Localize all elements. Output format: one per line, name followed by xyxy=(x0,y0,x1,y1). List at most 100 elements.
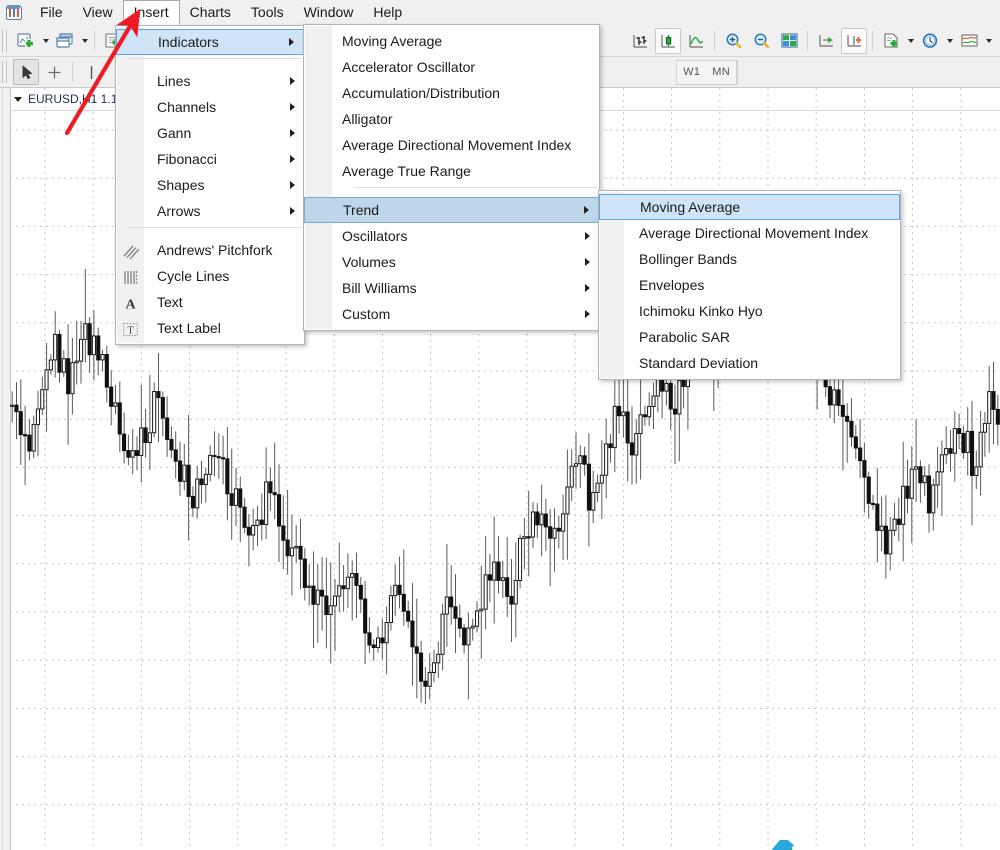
toolbar-separator xyxy=(72,62,73,82)
menu-item-text[interactable]: AText xyxy=(116,289,304,315)
timeframe-w1[interactable]: W1 xyxy=(677,61,706,84)
templates-dropdown-arrow[interactable] xyxy=(905,28,916,54)
menu-item-indicators[interactable]: Indicators xyxy=(116,29,304,55)
menu-item-bill-williams[interactable]: Bill Williams xyxy=(304,275,599,301)
periodicity-dropdown-arrow[interactable] xyxy=(944,28,955,54)
menu-item-label: Moving Average xyxy=(640,199,740,215)
auto-scroll-button[interactable] xyxy=(841,28,867,54)
menu-item-label: Average True Range xyxy=(342,163,471,179)
menu-item-label: Fibonacci xyxy=(157,151,217,167)
crosshair-button[interactable] xyxy=(41,59,67,85)
toolbar-separator xyxy=(807,31,808,51)
submenu-arrow-icon xyxy=(290,207,295,215)
menu-insert[interactable]: Insert xyxy=(123,0,180,25)
menu-item-average-directional-movement-index[interactable]: Average Directional Movement Index xyxy=(304,132,599,158)
toolbar-separator xyxy=(872,31,873,51)
toolbar-grip[interactable] xyxy=(2,61,9,83)
vertical-line-button[interactable] xyxy=(78,59,104,85)
menu-charts[interactable]: Charts xyxy=(180,0,241,25)
templates-button[interactable] xyxy=(878,28,904,54)
new-chart-dropdown-arrow[interactable] xyxy=(40,28,51,54)
periodicity-button[interactable] xyxy=(917,28,943,54)
menu-file[interactable]: File xyxy=(30,0,73,25)
chart-shift-button[interactable] xyxy=(813,28,839,54)
chart-symbol-dropdown-icon[interactable] xyxy=(14,97,22,102)
submenu-arrow-icon xyxy=(290,181,295,189)
bar-chart-button[interactable] xyxy=(627,28,653,54)
menu-item-gann[interactable]: Gann xyxy=(116,120,304,146)
menu-item-trend[interactable]: Trend xyxy=(304,197,599,223)
menu-item-volumes[interactable]: Volumes xyxy=(304,249,599,275)
new-window-dropdown-arrow[interactable] xyxy=(79,28,90,54)
menu-item-parabolic-sar[interactable]: Parabolic SAR xyxy=(599,324,900,350)
menu-item-standard-deviation[interactable]: Standard Deviation xyxy=(599,350,900,376)
menu-item-label: Shapes xyxy=(157,177,204,193)
menu-item-label: Average Directional Movement Index xyxy=(342,137,571,153)
menu-item-moving-average[interactable]: Moving Average xyxy=(599,194,900,220)
menu-item-average-directional-movement-index[interactable]: Average Directional Movement Index xyxy=(599,220,900,246)
menu-item-alligator[interactable]: Alligator xyxy=(304,106,599,132)
menu-separator xyxy=(116,227,304,234)
submenu-arrow-icon xyxy=(290,103,295,111)
menu-tools[interactable]: Tools xyxy=(241,0,294,25)
pitchfork-icon xyxy=(122,242,139,259)
submenu-arrow-icon xyxy=(290,129,295,137)
text-label-icon: T xyxy=(122,320,139,337)
submenu-arrow-icon xyxy=(290,77,295,85)
menu-item-average-true-range[interactable]: Average True Range xyxy=(304,158,599,184)
submenu-arrow-icon xyxy=(290,155,295,163)
menu-item-fibonacci[interactable]: Fibonacci xyxy=(116,146,304,172)
submenu-arrow-icon xyxy=(585,310,590,318)
menu-item-accumulation-distribution[interactable]: Accumulation/Distribution xyxy=(304,80,599,106)
menu-item-lines[interactable]: Lines xyxy=(116,68,304,94)
menu-item-label: Bollinger Bands xyxy=(639,251,737,267)
menu-item-oscillators[interactable]: Oscillators xyxy=(304,223,599,249)
menu-item-label: Text Label xyxy=(157,320,221,336)
toolbar-separator xyxy=(714,31,715,51)
metatrader-app-icon xyxy=(6,5,23,21)
menu-view[interactable]: View xyxy=(73,0,123,25)
menu-item-text-label[interactable]: T Text Label xyxy=(116,315,304,341)
submenu-arrow-icon xyxy=(585,284,590,292)
text-icon: A xyxy=(122,294,139,311)
indicators-dropdown-arrow[interactable] xyxy=(983,28,994,54)
timeframe-mn[interactable]: MN xyxy=(706,61,736,84)
candlestick-button[interactable] xyxy=(655,28,681,54)
menu-separator xyxy=(304,187,599,194)
zoom-in-button[interactable] xyxy=(720,28,746,54)
menu-item-accelerator-oscillator[interactable]: Accelerator Oscillator xyxy=(304,54,599,80)
menu-item-ichimoku-kinko-hyo[interactable]: Ichimoku Kinko Hyo xyxy=(599,298,900,324)
menu-item-label: Accelerator Oscillator xyxy=(342,59,475,75)
menu-help[interactable]: Help xyxy=(363,0,412,25)
insert-menu[interactable]: Indicators Lines Channels Gann Fibonacci Shap… xyxy=(115,25,305,345)
menu-item-label: Volumes xyxy=(342,254,396,270)
toolbar-grip[interactable] xyxy=(2,30,9,52)
zoom-out-button[interactable] xyxy=(748,28,774,54)
indicators-button[interactable] xyxy=(956,28,982,54)
new-window-button[interactable] xyxy=(52,28,78,54)
menu-item-shapes[interactable]: Shapes xyxy=(116,172,304,198)
menu-item-channels[interactable]: Channels xyxy=(116,94,304,120)
menu-item-arrows[interactable]: Arrows xyxy=(116,198,304,224)
indicators-submenu[interactable]: Moving Average Accelerator Oscillator Accu… xyxy=(303,24,600,331)
menu-item-label: Cycle Lines xyxy=(157,268,229,284)
menu-item-label: Oscillators xyxy=(342,228,407,244)
cursor-button[interactable] xyxy=(13,59,39,85)
menu-item-label: Custom xyxy=(342,306,390,322)
menu-item-label: Average Directional Movement Index xyxy=(639,225,868,241)
tile-windows-button[interactable] xyxy=(776,28,802,54)
menu-item-andrews-pitchfork[interactable]: Andrews' Pitchfork xyxy=(116,237,304,263)
menu-item-envelopes[interactable]: Envelopes xyxy=(599,272,900,298)
submenu-arrow-icon xyxy=(585,232,590,240)
new-chart-button[interactable] xyxy=(13,28,39,54)
menu-item-moving-average[interactable]: Moving Average xyxy=(304,28,599,54)
menu-item-custom[interactable]: Custom xyxy=(304,301,599,327)
menu-item-cycle-lines[interactable]: Cycle Lines xyxy=(116,263,304,289)
submenu-arrow-icon xyxy=(584,206,589,214)
line-chart-button[interactable] xyxy=(683,28,709,54)
trend-submenu[interactable]: Moving Average Average Directional Moveme… xyxy=(598,190,901,380)
menu-window[interactable]: Window xyxy=(294,0,364,25)
menu-item-label: Parabolic SAR xyxy=(639,329,730,345)
menu-item-label: Channels xyxy=(157,99,216,115)
menu-item-bollinger-bands[interactable]: Bollinger Bands xyxy=(599,246,900,272)
